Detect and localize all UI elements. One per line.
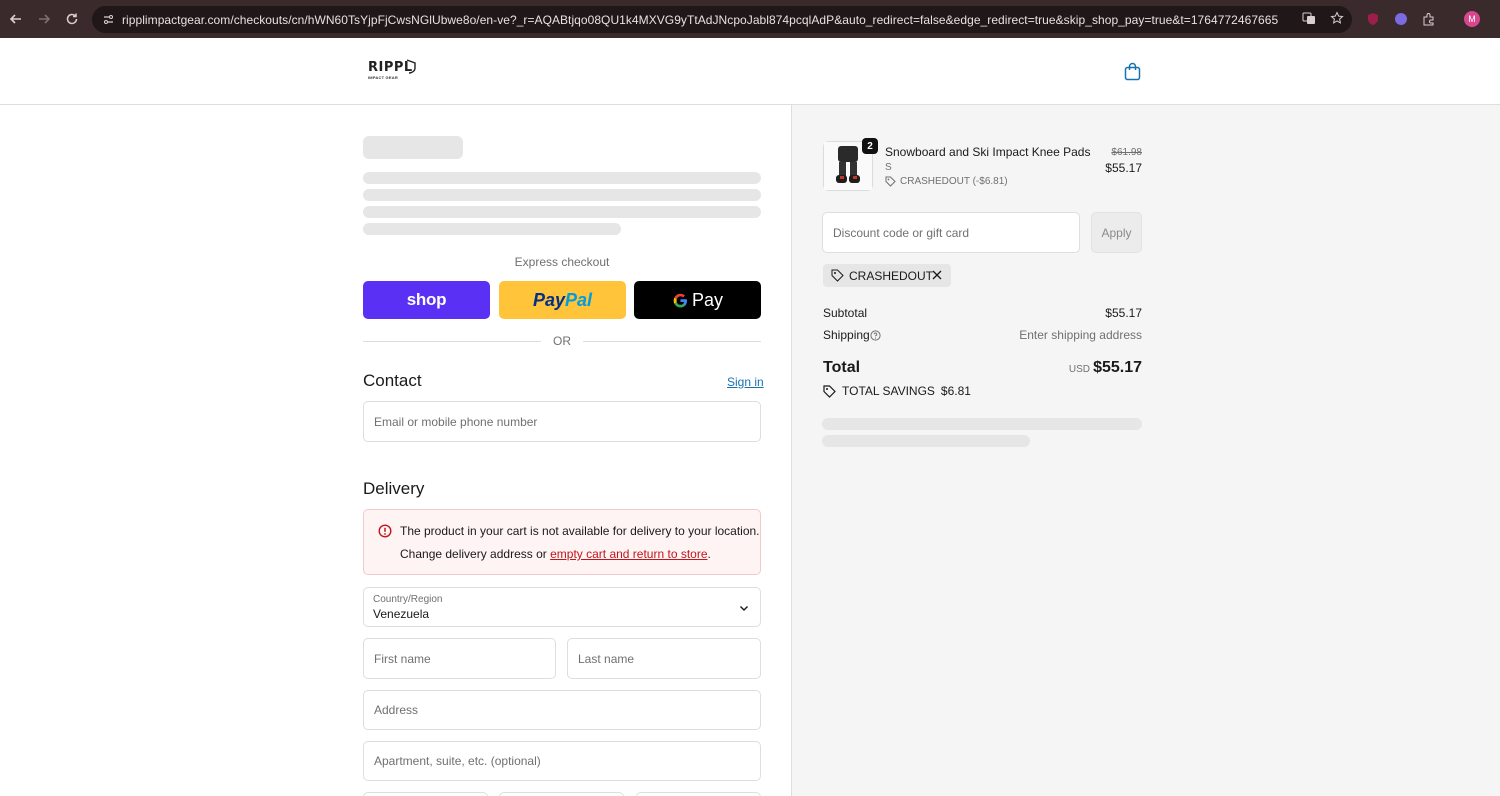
total-value: $55.17: [1093, 359, 1142, 376]
sign-in-link[interactable]: Sign in: [727, 375, 764, 389]
discount-code-field[interactable]: [822, 212, 1080, 253]
contact-heading: Contact: [363, 371, 422, 390]
address-field[interactable]: [363, 690, 761, 730]
or-label: OR: [553, 334, 571, 348]
product-title: Snowboard and Ski Impact Knee Pads: [885, 145, 1091, 159]
paypal-label: PayPal: [532, 289, 593, 310]
first-name-input[interactable]: [364, 639, 555, 678]
remove-discount-close-icon[interactable]: [931, 269, 943, 281]
loading-skeleton: [363, 172, 761, 184]
email-field[interactable]: [363, 401, 761, 442]
last-name-field[interactable]: [567, 638, 761, 679]
delivery-heading: Delivery: [363, 479, 425, 498]
state-field[interactable]: [499, 792, 624, 796]
shipping-label: Shipping: [823, 328, 870, 342]
total-label: Total: [823, 359, 861, 376]
quantity-badge: 2: [862, 138, 878, 154]
extensions-puzzle-icon[interactable]: [1420, 10, 1438, 28]
alert-action-text: Change delivery address or empty cart an…: [400, 547, 711, 561]
product-variant: S: [885, 162, 892, 173]
forward-button[interactable]: [30, 5, 58, 33]
bookmark-star-icon[interactable]: [1330, 11, 1344, 30]
extension-icon[interactable]: [1392, 10, 1410, 28]
chevron-down-icon: [740, 606, 748, 611]
site-settings-icon[interactable]: [100, 12, 116, 28]
tag-icon: [885, 176, 896, 187]
google-pay-button[interactable]: Pay: [634, 281, 761, 319]
profile-avatar[interactable]: M: [1464, 11, 1480, 27]
cart-bag-button[interactable]: [1124, 62, 1141, 81]
ublock-extension-icon[interactable]: [1364, 10, 1382, 28]
empty-cart-link[interactable]: empty cart and return to store: [550, 547, 707, 561]
email-input[interactable]: [364, 402, 760, 441]
subtotal-value: $55.17: [1105, 306, 1142, 320]
logo-shield-icon: [406, 59, 416, 74]
shipping-value: Enter shipping address: [1019, 328, 1142, 342]
subtotal-label: Subtotal: [823, 306, 868, 320]
loading-skeleton: [822, 435, 1030, 447]
tag-icon: [831, 269, 844, 282]
total-savings: TOTAL SAVINGS $6.81: [823, 384, 971, 398]
subtotal-row: Subtotal $55.17: [823, 306, 1142, 320]
discounted-price: $55.17: [1105, 161, 1142, 175]
address-bar[interactable]: ripplimpactgear.com/checkouts/cn/hWN60Ts…: [92, 6, 1352, 33]
store-logo[interactable]: RIPPL IMPACT GEAR: [368, 58, 418, 84]
store-header: RIPPL IMPACT GEAR: [0, 38, 1500, 105]
total-currency: USD: [1068, 364, 1090, 375]
apply-discount-button[interactable]: Apply: [1091, 212, 1142, 253]
alert-message: The product in your cart is not availabl…: [400, 524, 760, 538]
loading-skeleton: [363, 206, 761, 218]
order-summary-panel: [791, 105, 1500, 796]
translate-icon[interactable]: [1302, 11, 1316, 30]
loading-skeleton: [363, 189, 761, 201]
loading-skeleton: [363, 223, 621, 235]
shipping-row: Shipping Enter shipping address: [823, 328, 1142, 342]
last-name-input[interactable]: [568, 639, 760, 678]
or-divider: OR: [363, 333, 761, 349]
loading-skeleton: [363, 136, 463, 159]
logo-subtext: IMPACT GEAR: [368, 75, 398, 80]
reload-icon: [66, 13, 78, 25]
applied-discount-tag: CRASHEDOUT: [823, 264, 951, 287]
country-select[interactable]: Country/Region Venezuela: [363, 587, 761, 627]
apartment-field[interactable]: [363, 741, 761, 781]
browser-toolbar: ripplimpactgear.com/checkouts/cn/hWN60Ts…: [0, 0, 1500, 38]
shop-pay-button[interactable]: shop: [363, 281, 490, 319]
google-g-icon: [673, 293, 687, 308]
express-checkout-label: Express checkout: [514, 255, 610, 269]
apartment-input[interactable]: [364, 742, 760, 780]
shop-pay-label: shop: [406, 290, 447, 309]
address-input[interactable]: [364, 691, 760, 729]
loading-skeleton: [822, 418, 1142, 430]
country-value: Venezuela: [373, 607, 430, 621]
url-text: ripplimpactgear.com/checkouts/cn/hWN60Ts…: [122, 12, 1279, 27]
savings-label: TOTAL SAVINGS: [842, 384, 935, 398]
error-circle-icon: [378, 524, 392, 538]
delivery-error-alert: The product in your cart is not availabl…: [363, 509, 761, 575]
discount-code-input[interactable]: [823, 213, 1079, 252]
applied-discount-code: CRASHEDOUT: [849, 268, 934, 283]
back-arrow-icon: [9, 14, 21, 24]
original-price: $61.98: [1111, 147, 1142, 158]
shopping-bag-icon: [1124, 62, 1141, 81]
google-pay-label: Pay: [672, 290, 723, 311]
country-label: Country/Region: [373, 594, 443, 605]
forward-arrow-icon: [39, 14, 51, 24]
product-discount: CRASHEDOUT (-$6.81): [885, 176, 1008, 187]
first-name-field[interactable]: [363, 638, 556, 679]
postal-code-field[interactable]: [636, 792, 761, 796]
paypal-button[interactable]: PayPal: [499, 281, 626, 319]
help-circle-icon[interactable]: [870, 330, 881, 341]
savings-value: $6.81: [940, 384, 971, 398]
reload-button[interactable]: [58, 5, 86, 33]
savings-tag-icon: [823, 384, 836, 398]
city-field[interactable]: [363, 792, 488, 796]
back-button[interactable]: [2, 5, 30, 33]
